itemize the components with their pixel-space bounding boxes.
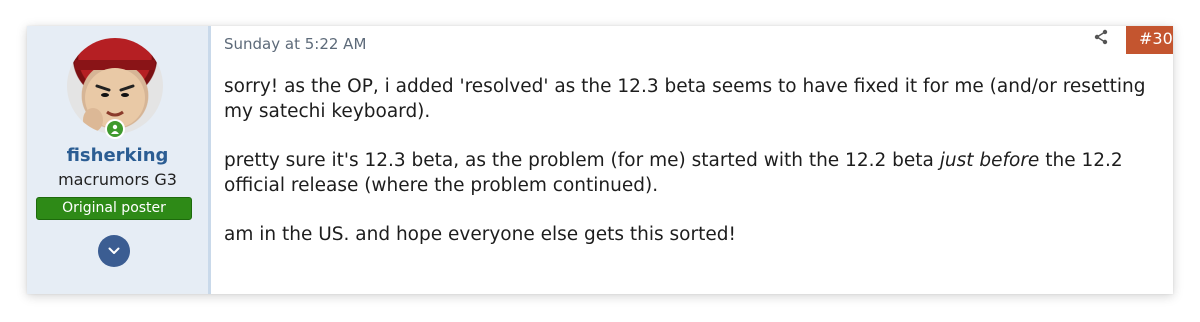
share-button[interactable] [1093, 29, 1111, 47]
post-paragraph: am in the US. and hope everyone else get… [224, 224, 736, 245]
post-text: pretty sure it's 12.3 beta, as the probl… [224, 150, 940, 171]
original-poster-badge: Original poster [36, 197, 192, 220]
online-status-icon [105, 119, 125, 139]
expand-user-info-button[interactable] [98, 235, 130, 267]
forum-post: fisherking macrumors G3 Original poster … [27, 26, 1173, 294]
post-paragraph: sorry! as the OP, i added 'resolved' as … [224, 76, 1146, 122]
chevron-down-icon [108, 247, 120, 254]
post-content: Sunday at 5:22 AM #30 sorry! as the OP, … [224, 26, 1173, 294]
user-title: macrumors G3 [58, 170, 177, 189]
username-link[interactable]: fisherking [27, 145, 208, 166]
post-text-emphasis: just before [939, 150, 1040, 171]
post-timestamp-link[interactable]: Sunday at 5:22 AM [224, 35, 366, 53]
user-info-panel: fisherking macrumors G3 Original poster [27, 26, 211, 294]
share-icon [1094, 29, 1108, 45]
post-paragraph: pretty sure it's 12.3 beta, as the probl… [224, 148, 1173, 198]
post-body: sorry! as the OP, i added 'resolved' as … [224, 74, 1173, 271]
post-number-link[interactable]: #30 [1126, 26, 1173, 54]
